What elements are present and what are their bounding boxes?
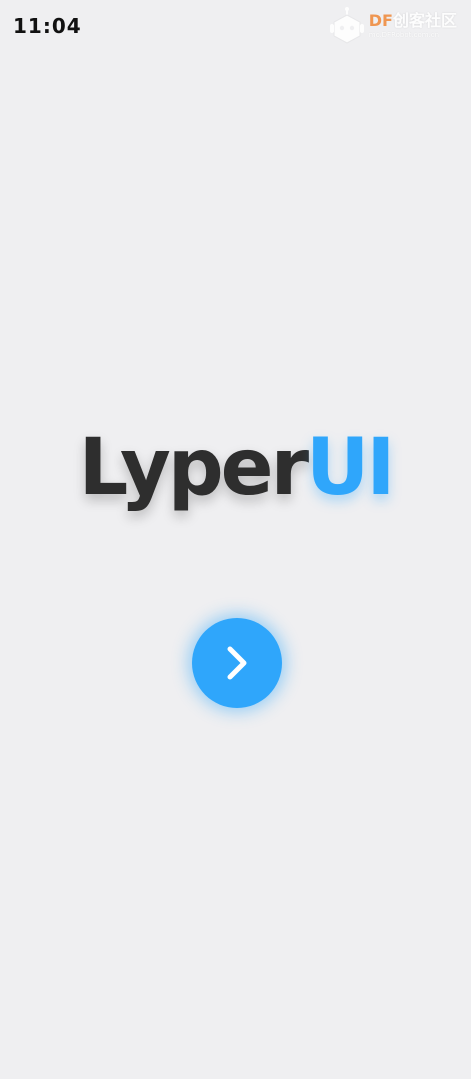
- chevron-right-icon: [227, 646, 247, 680]
- watermark-brand-latin: DF: [368, 11, 393, 30]
- watermark-url: mc.DFRobot.com.cn: [368, 31, 440, 39]
- logo-text-ui: UI: [306, 423, 395, 513]
- app-logo: LyperUI: [0, 420, 471, 516]
- watermark-logo: DF创客社区 mc.DFRobot.com.cn: [327, 6, 457, 46]
- watermark-brand-cn: 创客社区: [392, 11, 457, 30]
- logo-text-lyper: Lyper: [78, 423, 309, 513]
- robot-icon: [329, 7, 364, 44]
- next-button[interactable]: [192, 618, 282, 708]
- status-bar-time: 11:04: [13, 14, 82, 38]
